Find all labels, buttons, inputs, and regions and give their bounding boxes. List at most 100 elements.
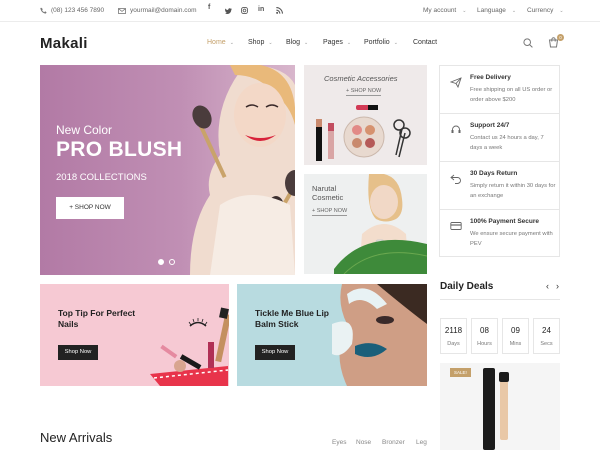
- promo-banner-lip-balm[interactable]: Tickle Me Blue Lip Balm Stick Shop Now: [237, 284, 427, 386]
- nav-label: Portfolio: [364, 39, 390, 46]
- main-header: Makali Home ⌄ Shop ⌄ Blog ⌄ Pages ⌄ Portfoli…: [0, 22, 600, 64]
- sale-badge: SALE!: [450, 368, 471, 377]
- cosmetics-image: [316, 105, 411, 161]
- my-account-label: My account: [423, 7, 457, 14]
- countdown-hours: 08 Hours: [471, 318, 498, 354]
- countdown-value: 09: [511, 326, 520, 335]
- nav-shop[interactable]: Shop ⌄: [248, 39, 273, 46]
- countdown-secs: 24 Secs: [533, 318, 560, 354]
- facebook-icon[interactable]: f: [208, 4, 210, 11]
- countdown-mins: 09 Mins: [502, 318, 529, 354]
- hero-collection-label: 2018 COLLECTIONS: [56, 172, 147, 183]
- feature-return: 30 Days Return Simply return it within 3…: [440, 162, 559, 210]
- chevron-right-icon[interactable]: ›: [556, 281, 559, 291]
- feature-description: We ensure secure payment with PEV: [470, 231, 553, 247]
- feature-title: Free Delivery: [470, 74, 511, 81]
- nav-blog[interactable]: Blog ⌄: [286, 39, 308, 46]
- promo-banner-nails[interactable]: Top Tip For Perfect Nails Shop Now: [40, 284, 229, 386]
- logo-mark: M: [40, 35, 53, 52]
- hero-shop-now-button[interactable]: + SHOP NOW: [56, 197, 124, 219]
- feature-description: Contact us 24 hours a day, 7 days a week: [470, 135, 544, 151]
- hero-model-image: [190, 65, 295, 275]
- rss-icon[interactable]: [276, 7, 283, 14]
- feature-payment: 100% Payment Secure We ensure secure pay…: [440, 210, 559, 258]
- chevron-down-icon: ⌄: [462, 7, 467, 14]
- new-arrivals-title: New Arrivals: [40, 430, 113, 445]
- phone-icon: [40, 7, 47, 14]
- plane-icon: [450, 77, 462, 88]
- carousel-dot[interactable]: [158, 259, 164, 265]
- site-logo[interactable]: Makali: [40, 35, 88, 52]
- email-contact[interactable]: yourmail@domain.com: [118, 7, 197, 14]
- category-card-accessories[interactable]: Cosmetic Accessories + SHOP NOW: [304, 65, 427, 165]
- filter-tab-leg[interactable]: Leg: [416, 439, 427, 446]
- countdown-value: 24: [542, 326, 551, 335]
- deal-product-image[interactable]: SALE!: [440, 363, 560, 450]
- search-icon[interactable]: [523, 38, 533, 48]
- carousel-dot[interactable]: [169, 259, 175, 265]
- countdown-label: Secs: [540, 341, 553, 347]
- chevron-down-icon: ⌄: [346, 39, 352, 46]
- cart-count-badge: 0: [557, 34, 564, 41]
- credit-card-icon: [450, 222, 462, 230]
- nav-portfolio[interactable]: Portfolio ⌄: [364, 39, 398, 46]
- logo-text: akali: [52, 35, 88, 52]
- nail-products-image: [150, 307, 229, 386]
- countdown-value: 08: [480, 326, 489, 335]
- category-card-natural-cosmetic[interactable]: Narutal Cosmetic + SHOP NOW: [304, 174, 427, 274]
- mascara-image: [483, 368, 509, 450]
- return-icon: [450, 174, 461, 184]
- chevron-down-icon: ⌄: [229, 39, 234, 46]
- feature-title: Support 24/7: [470, 122, 510, 129]
- filter-tab-nose[interactable]: Nose: [356, 439, 371, 446]
- phone-number: (08) 123 456 7890: [51, 7, 105, 14]
- feature-description: Free shipping on all US order or order a…: [470, 87, 553, 103]
- nav-label: Pages: [323, 39, 343, 46]
- twitter-icon[interactable]: [225, 8, 232, 14]
- nav-label: Home: [207, 39, 226, 46]
- email-address: yourmail@domain.com: [130, 7, 197, 14]
- nav-label: Blog: [286, 39, 301, 46]
- divider: [440, 299, 560, 300]
- countdown-label: Mins: [509, 341, 522, 347]
- hero-subtitle: New Color: [56, 123, 113, 137]
- category-title: Cosmetic Accessories: [324, 74, 398, 83]
- feature-support: Support 24/7 Contact us 24 hours a day, …: [440, 114, 559, 162]
- countdown-days: 2118 Days: [440, 318, 467, 354]
- filter-tab-bronzer[interactable]: Bronzer: [382, 439, 405, 446]
- nav-pages[interactable]: Pages ⌄: [323, 39, 351, 46]
- chevron-down-icon: ⌄: [393, 39, 398, 46]
- features-panel: Free Delivery Free shipping on all US or…: [439, 65, 560, 257]
- chevron-down-icon: ⌄: [511, 7, 517, 14]
- promo-shop-now-button[interactable]: Shop Now: [58, 345, 98, 360]
- instagram-icon[interactable]: [241, 7, 248, 14]
- countdown-value: 2118: [444, 326, 463, 335]
- feature-title: 30 Days Return: [470, 170, 518, 177]
- hero-banner: New Color PRO BLUSH 2018 COLLECTIONS + S…: [40, 65, 295, 275]
- blue-lip-model-image: [332, 284, 427, 386]
- chevron-left-icon[interactable]: ‹: [546, 281, 549, 291]
- email-icon: [118, 7, 126, 14]
- phone-contact: (08) 123 456 7890: [40, 7, 104, 14]
- feature-free-delivery: Free Delivery Free shipping on all US or…: [440, 66, 559, 114]
- language-dropdown[interactable]: Language ⌄: [477, 7, 516, 14]
- countdown-label: Days: [447, 341, 460, 347]
- daily-deals-title: Daily Deals: [440, 281, 494, 292]
- nav-contact[interactable]: Contact: [413, 39, 437, 46]
- natural-cosmetic-image: [334, 174, 427, 274]
- promo-title: Tickle Me Blue Lip Balm Stick: [255, 308, 330, 329]
- nav-label: Shop: [248, 39, 265, 46]
- nav-home[interactable]: Home ⌄: [207, 39, 234, 46]
- carousel-dots: [158, 259, 175, 265]
- chevron-down-icon: ⌄: [559, 7, 564, 14]
- language-label: Language: [477, 7, 506, 14]
- filter-tab-eyes[interactable]: Eyes: [332, 439, 346, 446]
- hero-title: PRO BLUSH: [56, 138, 183, 161]
- chevron-down-icon: ⌄: [304, 39, 309, 46]
- currency-dropdown[interactable]: Currency ⌄: [527, 7, 564, 14]
- my-account-dropdown[interactable]: My account ⌄: [423, 7, 466, 14]
- chevron-down-icon: ⌄: [268, 39, 273, 46]
- linkedin-icon[interactable]: in: [258, 6, 264, 13]
- support-icon: [451, 125, 461, 133]
- promo-shop-now-button[interactable]: Shop Now: [255, 345, 295, 360]
